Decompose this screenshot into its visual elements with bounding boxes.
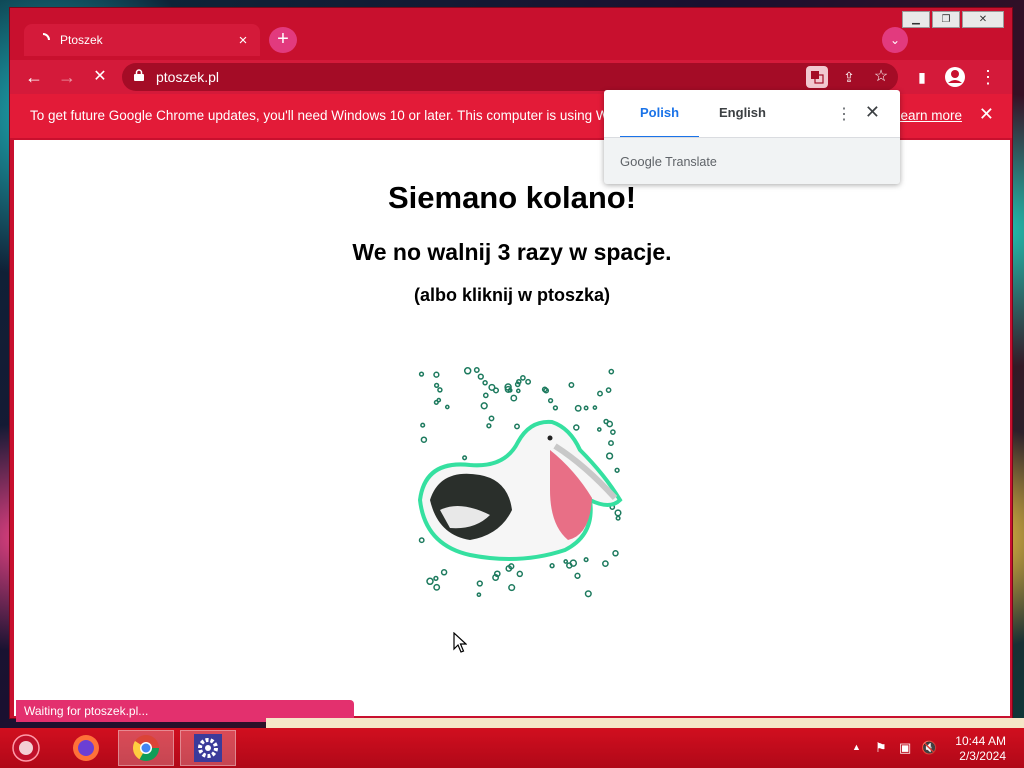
back-icon[interactable]: ← [22, 65, 46, 89]
learn-more-link[interactable]: Learn more [893, 108, 962, 123]
translate-wordmark: Translate [665, 155, 717, 169]
action-center-flag-icon[interactable]: ⚑ [875, 740, 887, 756]
taskbar: ▲ ⚑ ▣ 🔇 10:44 AM 2/3/2024 [0, 728, 1024, 768]
translate-options-icon[interactable]: ⋮ [836, 104, 852, 124]
infobar-message: To get future Google Chrome updates, you… [30, 108, 666, 123]
google-translate-brand: Google Translate [620, 154, 717, 169]
gear-icon [194, 734, 222, 762]
forward-icon[interactable]: → [55, 65, 79, 89]
show-hidden-icons-icon[interactable]: ▲ [852, 742, 861, 752]
translate-icon[interactable] [806, 66, 828, 88]
taskbar-settings[interactable] [180, 730, 236, 766]
firefox-icon [73, 735, 99, 761]
url-text: ptoszek.pl [156, 69, 220, 85]
loading-favicon-icon [36, 33, 50, 47]
clock-time: 10:44 AM [955, 734, 1006, 748]
infobar-close-icon[interactable]: ✕ [979, 104, 994, 125]
tab-search-icon[interactable]: ⌄ [882, 27, 908, 53]
close-window-button[interactable]: ✕ [962, 11, 1004, 28]
address-bar[interactable]: ptoszek.pl ⇪ ☆ [122, 63, 898, 91]
page-subtitle: We no walnij 3 razy w spacje. [352, 239, 672, 265]
share-icon[interactable]: ⇪ [838, 66, 860, 88]
stop-loading-icon[interactable]: ✕ [88, 65, 112, 89]
start-orb-icon [12, 734, 40, 762]
volume-muted-icon[interactable]: 🔇 [921, 740, 937, 756]
tab-ptoszek[interactable]: Ptoszek × [24, 24, 260, 56]
lock-icon [134, 69, 144, 81]
tab-title: Ptoszek [60, 33, 103, 47]
page-hint: (albo kliknij w ptoszka) [413, 285, 611, 305]
mouse-cursor-icon [453, 632, 467, 653]
desktop-banner [266, 718, 1024, 728]
bookmark-star-icon[interactable]: ☆ [870, 66, 892, 88]
window-controls: ▁ ❐ ✕ [902, 11, 1004, 28]
taskbar-firefox[interactable] [58, 730, 114, 766]
translate-close-icon[interactable]: ✕ [865, 102, 880, 123]
minimize-button[interactable]: ▁ [902, 11, 930, 28]
tab-polish[interactable]: Polish [620, 90, 700, 138]
tab-english[interactable]: English [699, 90, 786, 136]
taskbar-chrome[interactable] [118, 730, 174, 766]
chrome-icon [132, 735, 160, 762]
translate-language-tabs: Polish English [620, 90, 786, 138]
profile-avatar-icon[interactable] [943, 65, 967, 89]
toolbar: ← → ✕ ptoszek.pl ⇪ ☆ ▮ ⋮ [10, 60, 1012, 94]
chrome-menu-icon[interactable]: ⋮ [976, 65, 1000, 89]
page-title: Siemano kolano! [387, 180, 637, 215]
tab-close-icon[interactable]: × [232, 32, 254, 49]
clock-date: 2/3/2024 [959, 749, 1006, 763]
google-wordmark: Google [620, 154, 662, 169]
side-panel-icon[interactable]: ▮ [910, 65, 934, 89]
translate-footer: Google Translate [604, 137, 900, 184]
translate-popup: Polish English ⋮ ✕ Google Translate [604, 90, 900, 184]
page-viewport: Siemano kolano! We no walnij 3 razy w sp… [14, 140, 1010, 722]
network-icon[interactable]: ▣ [899, 740, 911, 756]
new-tab-icon[interactable]: + [269, 27, 297, 53]
start-button[interactable] [0, 730, 52, 766]
maximize-button[interactable]: ❐ [932, 11, 960, 28]
tab-strip: Ptoszek × + ⌄ ▁ ❐ ✕ [10, 8, 1012, 60]
pelican-image[interactable] [400, 350, 626, 610]
system-clock[interactable]: 10:44 AM 2/3/2024 [955, 734, 1006, 764]
